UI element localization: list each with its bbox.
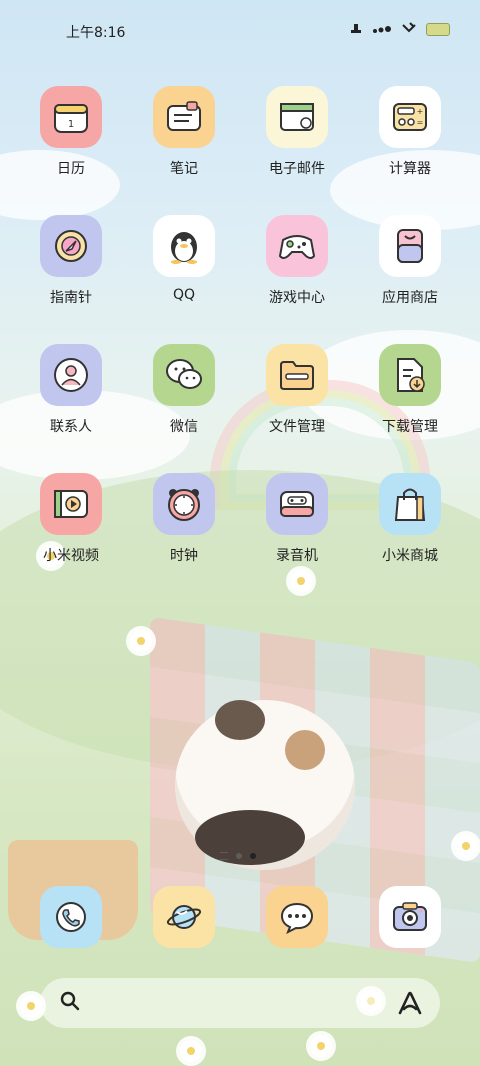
messages-icon[interactable] [266,886,328,948]
status-icons [350,22,450,37]
folder-icon[interactable] [266,344,328,406]
flower-decoration [130,630,152,652]
app-email[interactable]: 电子邮件 [247,86,347,178]
clock-icon[interactable] [153,473,215,535]
app-row: 小米视频 时钟 录音机 小米商城 [0,473,480,583]
status-time: 上午8:16 [66,25,126,41]
page-indicator[interactable] [220,852,256,860]
app-calculator[interactable]: + = 计算器 [360,86,460,178]
app-label: 小米商城 [382,548,438,564]
app-label: 指南针 [50,290,92,306]
dock-phone[interactable] [21,886,121,948]
calculator-icon[interactable]: + = [379,86,441,148]
calendar-icon[interactable]: 1 [40,86,102,148]
app-file-manager[interactable]: 文件管理 [247,344,347,436]
app-notes[interactable]: 笔记 [134,86,234,178]
download-icon[interactable] [379,344,441,406]
app-mi-store[interactable]: 小米商城 [360,473,460,565]
app-app-store[interactable]: 应用商店 [360,215,460,307]
browser-planet-icon[interactable] [153,886,215,948]
wifi-icon [402,22,416,37]
app-label: 应用商店 [382,290,438,306]
search-icon[interactable] [60,991,80,1011]
shopping-bag-icon[interactable] [379,473,441,535]
qq-penguin-icon[interactable] [153,215,215,277]
guinea-pig-illustration [175,700,355,870]
wechat-icon[interactable] [153,344,215,406]
dock-browser[interactable] [134,886,234,948]
signal-icon [372,23,392,37]
home-screen: 上午8:16 1 日历 笔记 电子邮件 + = 计算器 指南针 QQ 游戏中心 … [0,0,480,1066]
gamepad-icon[interactable] [266,215,328,277]
app-contacts[interactable]: 联系人 [21,344,121,436]
phone-icon[interactable] [40,886,102,948]
contacts-icon[interactable] [40,344,102,406]
recorder-icon[interactable] [266,473,328,535]
assistant-a-icon[interactable] [396,989,424,1017]
app-clock[interactable]: 时钟 [134,473,234,565]
app-row: 1 日历 笔记 电子邮件 + = 计算器 [0,86,480,196]
svg-text:+: + [417,107,424,116]
search-bar[interactable] [40,978,440,1028]
email-icon[interactable] [266,86,328,148]
app-label: QQ [172,287,196,303]
app-label: 笔记 [170,161,198,177]
app-row: 指南针 QQ 游戏中心 应用商店 [0,215,480,325]
page-indicator-dot-active[interactable] [250,853,256,859]
status-bar: 上午8:16 [0,0,480,41]
notes-icon[interactable] [153,86,215,148]
app-label: 下载管理 [382,419,438,435]
flower-decoration [310,1035,332,1057]
compass-icon[interactable] [40,215,102,277]
app-label: 日历 [57,161,85,177]
app-download-manager[interactable]: 下载管理 [360,344,460,436]
app-calendar[interactable]: 1 日历 [21,86,121,178]
app-recorder[interactable]: 录音机 [247,473,347,565]
app-game-center[interactable]: 游戏中心 [247,215,347,307]
app-qq[interactable]: QQ [134,215,234,303]
flower-decoration [180,1040,202,1062]
app-label: 联系人 [50,419,92,435]
app-store-icon[interactable] [379,215,441,277]
app-label: 录音机 [276,548,318,564]
battery-icon [426,23,450,36]
video-play-icon[interactable] [40,473,102,535]
app-label: 微信 [170,419,198,435]
page-indicator-dot[interactable] [236,853,242,859]
dock-messages[interactable] [247,886,347,948]
app-label: 时钟 [170,548,198,564]
app-label: 计算器 [389,161,431,177]
flower-decoration [20,995,42,1017]
camera-icon[interactable] [379,886,441,948]
app-row: 联系人 微信 文件管理 下载管理 [0,344,480,454]
app-label: 电子邮件 [269,161,325,177]
app-mi-video[interactable]: 小米视频 [21,473,121,565]
notification-icon [350,22,362,37]
app-label: 文件管理 [269,419,325,435]
flower-decoration [455,835,477,857]
svg-text:=: = [417,118,424,127]
svg-text:1: 1 [68,119,74,130]
app-wechat[interactable]: 微信 [134,344,234,436]
app-label: 小米视频 [43,548,99,564]
app-compass[interactable]: 指南针 [21,215,121,307]
page-indicator-feed[interactable] [220,852,228,860]
dock-camera[interactable] [360,886,460,948]
app-label: 游戏中心 [269,290,325,306]
